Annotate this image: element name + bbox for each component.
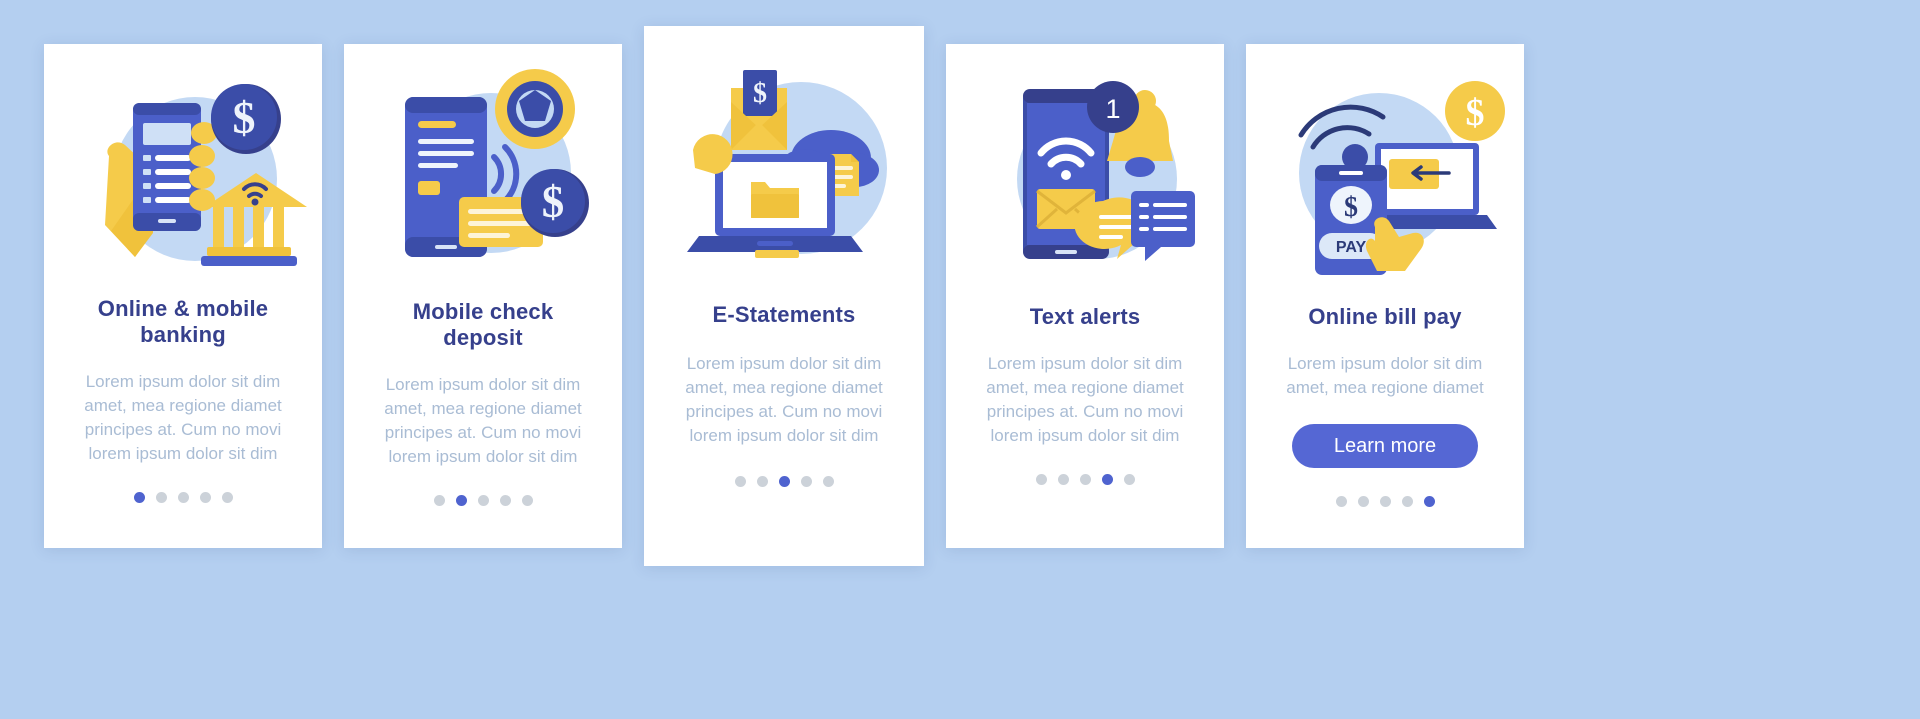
svg-text:$: $ bbox=[1466, 92, 1485, 134]
pagination-dot[interactable] bbox=[1035, 474, 1047, 486]
pagination-dot[interactable] bbox=[756, 476, 768, 488]
pagination-dot[interactable] bbox=[477, 495, 489, 507]
pagination-dot[interactable] bbox=[1357, 496, 1369, 508]
card-4-pagination[interactable] bbox=[1035, 474, 1135, 486]
card-5-title: Online bill pay bbox=[1308, 304, 1462, 329]
pagination-dot[interactable] bbox=[734, 476, 746, 488]
learn-more-button[interactable]: Learn more bbox=[1291, 424, 1479, 469]
pagination-dot[interactable] bbox=[455, 495, 467, 507]
pagination-dot[interactable] bbox=[221, 492, 233, 504]
onboarding-card-4[interactable]: 1 Text alerts Lorem ipsum dolor sit dim … bbox=[946, 44, 1224, 548]
card-1-pagination[interactable] bbox=[133, 492, 233, 504]
pagination-dot[interactable] bbox=[1101, 474, 1113, 486]
onboarding-screens-stage: $ Online & mobile banking Lorem ipsum do… bbox=[0, 0, 1920, 719]
card-5-illustration: $ PAY $ bbox=[1246, 44, 1524, 292]
pagination-dot[interactable] bbox=[177, 492, 189, 504]
pagination-dot[interactable] bbox=[1057, 474, 1069, 486]
pagination-dot[interactable] bbox=[1379, 496, 1391, 508]
card-2-title: Mobile check deposit bbox=[412, 299, 554, 350]
card-2-body: Lorem ipsum dolor sit dim amet, mea regi… bbox=[384, 374, 582, 467]
card-3-title: E-Statements bbox=[712, 302, 856, 327]
pagination-dot[interactable] bbox=[199, 492, 211, 504]
onboarding-card-1[interactable]: $ Online & mobile banking Lorem ipsum do… bbox=[44, 44, 322, 548]
card-2-pagination[interactable] bbox=[433, 495, 533, 507]
phone-pay-laptop-dollar-icon: $ PAY $ bbox=[1298, 80, 1505, 275]
card-1-title: Online & mobile banking bbox=[97, 296, 269, 347]
pay-label-text: PAY bbox=[1336, 239, 1367, 256]
laptop-envelope-cloud-icon: $ bbox=[687, 70, 887, 258]
card-3-body: Lorem ipsum dolor sit dim amet, mea regi… bbox=[685, 353, 883, 446]
onboarding-card-3[interactable]: $ E-Statements Lorem ipsum dolor sit dim… bbox=[644, 26, 924, 566]
pagination-dot[interactable] bbox=[1079, 474, 1091, 486]
pagination-dot[interactable] bbox=[499, 495, 511, 507]
phone-hand-bank-dollar-icon: $ bbox=[105, 83, 307, 266]
card-5-pagination[interactable] bbox=[1335, 496, 1435, 508]
card-1-body: Lorem ipsum dolor sit dim amet, mea regi… bbox=[84, 371, 282, 464]
card-2-illustration: $ bbox=[344, 44, 622, 292]
pagination-dot[interactable] bbox=[521, 495, 533, 507]
pagination-dot[interactable] bbox=[1401, 496, 1413, 508]
pagination-dot[interactable] bbox=[1123, 474, 1135, 486]
card-1-illustration: $ bbox=[44, 44, 322, 292]
onboarding-card-5[interactable]: $ PAY $ Online bill pay Lorem ipsum dolo… bbox=[1246, 44, 1524, 548]
card-4-illustration: 1 bbox=[946, 44, 1224, 292]
phone-bell-notification-icon: 1 bbox=[1017, 80, 1195, 261]
onboarding-card-2[interactable]: $ Mobile check deposit Lorem ipsum dolor… bbox=[344, 44, 622, 548]
badge-count-text: 1 bbox=[1105, 94, 1120, 124]
svg-text:$: $ bbox=[753, 78, 767, 109]
pagination-dot[interactable] bbox=[800, 476, 812, 488]
svg-text:$: $ bbox=[233, 92, 256, 143]
pagination-dot[interactable] bbox=[133, 492, 145, 504]
pagination-dot[interactable] bbox=[1423, 496, 1435, 508]
card-4-body: Lorem ipsum dolor sit dim amet, mea regi… bbox=[986, 353, 1184, 446]
card-4-title: Text alerts bbox=[1029, 304, 1141, 329]
pagination-dot[interactable] bbox=[1335, 496, 1347, 508]
pagination-dot[interactable] bbox=[155, 492, 167, 504]
svg-text:$: $ bbox=[542, 177, 565, 227]
pagination-dot[interactable] bbox=[822, 476, 834, 488]
phone-camera-dollar-icon: $ bbox=[405, 68, 589, 257]
pagination-dot[interactable] bbox=[778, 476, 790, 488]
pagination-dot[interactable] bbox=[433, 495, 445, 507]
card-3-pagination[interactable] bbox=[734, 476, 834, 488]
card-3-illustration: $ bbox=[644, 26, 924, 288]
svg-text:$: $ bbox=[1344, 192, 1358, 223]
card-5-body: Lorem ipsum dolor sit dim amet, mea regi… bbox=[1286, 353, 1484, 398]
